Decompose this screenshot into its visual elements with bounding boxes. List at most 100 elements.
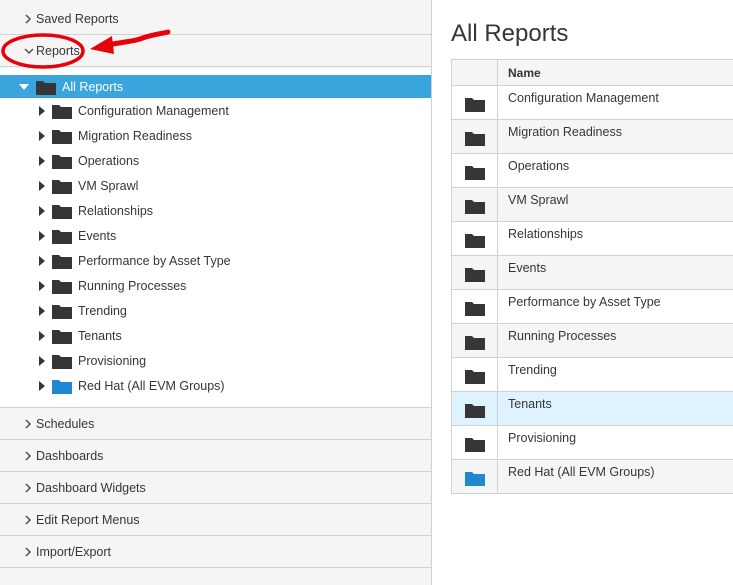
column-header-name[interactable]: Name <box>498 60 733 85</box>
expand-toggle-icon[interactable] <box>36 280 48 292</box>
row-icon-cell <box>452 426 498 459</box>
tree-node-label: Performance by Asset Type <box>78 253 231 268</box>
row-name-cell: Configuration Management <box>508 91 659 105</box>
table-row[interactable]: Provisioning <box>452 426 733 460</box>
expand-toggle-icon[interactable] <box>36 230 48 242</box>
expand-toggle-icon[interactable] <box>36 155 48 167</box>
expand-toggle-icon[interactable] <box>18 81 30 93</box>
chevron-right-icon <box>24 418 34 429</box>
table-row[interactable]: Red Hat (All EVM Groups) <box>452 460 733 494</box>
tree-node-label: Provisioning <box>78 353 147 368</box>
accordion-label: Dashboard Widgets <box>36 480 146 495</box>
tree-node[interactable]: Provisioning <box>0 348 431 373</box>
chevron-right-icon <box>24 450 34 461</box>
chevron-down-icon <box>24 47 34 55</box>
row-name-cell: Relationships <box>508 227 584 241</box>
accordion-dashboards[interactable]: Dashboards <box>0 440 431 472</box>
row-icon-cell <box>452 256 498 289</box>
folder-icon <box>52 303 72 319</box>
accordion-panel: Saved Reports Reports All Reports Config… <box>0 0 432 585</box>
row-name-cell: Migration Readiness <box>508 125 622 139</box>
tree-node[interactable]: Tenants <box>0 323 431 348</box>
table-row[interactable]: VM Sprawl <box>452 188 733 222</box>
row-name-cell: Tenants <box>508 397 552 411</box>
row-icon-cell <box>452 392 498 425</box>
table-row[interactable]: Events <box>452 256 733 290</box>
table-row[interactable]: Configuration Management <box>452 86 733 120</box>
folder-icon <box>52 128 72 144</box>
tree-node-label: Events <box>78 228 117 243</box>
tree-node-label: Running Processes <box>78 278 187 293</box>
table-row[interactable]: Running Processes <box>452 324 733 358</box>
row-icon-cell <box>452 324 498 357</box>
accordion-label: Edit Report Menus <box>36 512 140 527</box>
tree-node-label: Relationships <box>78 203 154 218</box>
table-row[interactable]: Relationships <box>452 222 733 256</box>
tree-node-label: All Reports <box>62 79 124 94</box>
chevron-right-icon <box>24 482 34 493</box>
row-name-cell: Running Processes <box>508 329 617 343</box>
tree-node[interactable]: Events <box>0 223 431 248</box>
accordion-label: Schedules <box>36 416 95 431</box>
table-row[interactable]: Trending <box>452 358 733 392</box>
folder-icon <box>464 402 486 421</box>
expand-toggle-icon[interactable] <box>36 205 48 217</box>
tree-node[interactable]: Operations <box>0 148 431 173</box>
tree-node-label: Trending <box>78 303 127 318</box>
expand-toggle-icon[interactable] <box>36 130 48 142</box>
tree-node-label: Operations <box>78 153 140 168</box>
expand-toggle-icon[interactable] <box>36 305 48 317</box>
tree-node[interactable]: Running Processes <box>0 273 431 298</box>
row-icon-cell <box>452 120 498 153</box>
tree-node-label: Migration Readiness <box>78 128 192 143</box>
row-name-cell: Provisioning <box>508 431 577 445</box>
folder-icon <box>464 232 486 251</box>
blue-folder-icon <box>464 470 486 489</box>
accordion-edit-report-menus[interactable]: Edit Report Menus <box>0 504 431 536</box>
tree-node-label: Configuration Management <box>78 103 229 118</box>
accordion-import-export[interactable]: Import/Export <box>0 536 431 568</box>
tree-node[interactable]: Migration Readiness <box>0 123 431 148</box>
expand-toggle-icon[interactable] <box>36 105 48 117</box>
folder-icon <box>52 278 72 294</box>
main-content: All Reports Name Configuration Managemen… <box>432 0 733 585</box>
expand-toggle-icon[interactable] <box>36 330 48 342</box>
table-header-icon-cell <box>452 60 498 85</box>
folder-icon <box>52 178 72 194</box>
table-row[interactable]: Tenants <box>452 392 733 426</box>
row-icon-cell <box>452 460 498 493</box>
blue-folder-icon <box>52 378 72 394</box>
table-row[interactable]: Migration Readiness <box>452 120 733 154</box>
accordion-dashboard-widgets[interactable]: Dashboard Widgets <box>0 472 431 504</box>
accordion-reports[interactable]: Reports <box>0 35 431 67</box>
folder-icon <box>464 164 486 183</box>
folder-icon <box>464 300 486 319</box>
table-row[interactable]: Operations <box>452 154 733 188</box>
folder-icon <box>464 334 486 353</box>
accordion-label: Import/Export <box>36 544 112 559</box>
table-row[interactable]: Performance by Asset Type <box>452 290 733 324</box>
reports-table: Name Configuration Management Migration R… <box>451 59 733 494</box>
folder-icon <box>52 103 72 119</box>
row-icon-cell <box>452 358 498 391</box>
tree-node-all-reports[interactable]: All Reports <box>0 75 431 98</box>
row-icon-cell <box>452 188 498 221</box>
accordion-schedules[interactable]: Schedules <box>0 408 431 440</box>
row-icon-cell <box>452 86 498 119</box>
tree-node[interactable]: Trending <box>0 298 431 323</box>
expand-toggle-icon[interactable] <box>36 380 48 392</box>
tree-node[interactable]: Relationships <box>0 198 431 223</box>
row-name-cell: Trending <box>508 363 557 377</box>
tree-node[interactable]: Performance by Asset Type <box>0 248 431 273</box>
expand-toggle-icon[interactable] <box>36 355 48 367</box>
folder-icon <box>52 253 72 269</box>
folder-icon <box>52 153 72 169</box>
expand-toggle-icon[interactable] <box>36 255 48 267</box>
tree-node[interactable]: Red Hat (All EVM Groups) <box>0 373 431 398</box>
tree-node[interactable]: Configuration Management <box>0 98 431 123</box>
folder-icon <box>464 130 486 149</box>
tree-node[interactable]: VM Sprawl <box>0 173 431 198</box>
expand-toggle-icon[interactable] <box>36 180 48 192</box>
accordion-saved-reports[interactable]: Saved Reports <box>0 3 431 35</box>
accordion-label: Dashboards <box>36 448 104 463</box>
